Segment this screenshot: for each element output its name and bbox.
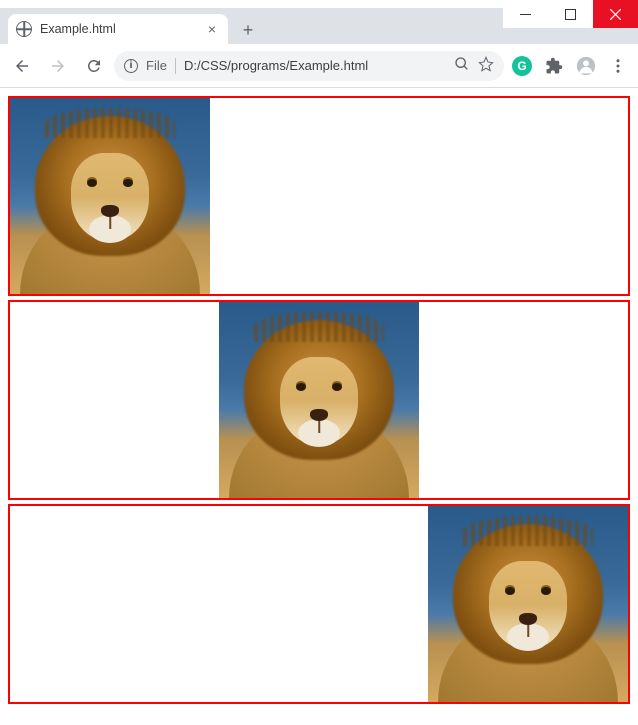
tab-close-icon[interactable]: × <box>204 21 220 37</box>
browser-toolbar: i File D:/CSS/programs/Example.html G <box>0 44 638 88</box>
profile-icon[interactable] <box>572 52 600 80</box>
menu-icon[interactable] <box>604 52 632 80</box>
globe-icon <box>16 21 32 37</box>
demo-box-center <box>8 300 630 500</box>
page-viewport <box>0 88 638 725</box>
divider <box>175 58 176 74</box>
lion-image <box>10 98 210 294</box>
star-icon[interactable] <box>478 56 494 75</box>
browser-tab[interactable]: Example.html × <box>8 14 228 44</box>
minimize-button[interactable] <box>503 0 548 28</box>
demo-box-right <box>8 504 630 704</box>
close-button[interactable] <box>593 0 638 28</box>
back-button[interactable] <box>6 50 38 82</box>
window-controls <box>503 0 638 28</box>
lion-image <box>219 302 419 498</box>
address-bar[interactable]: i File D:/CSS/programs/Example.html <box>114 51 504 81</box>
maximize-button[interactable] <box>548 0 593 28</box>
forward-button[interactable] <box>42 50 74 82</box>
zoom-icon[interactable] <box>454 56 470 75</box>
reload-button[interactable] <box>78 50 110 82</box>
url-text: D:/CSS/programs/Example.html <box>184 58 446 73</box>
lion-image <box>428 506 628 702</box>
new-tab-button[interactable]: + <box>234 16 262 44</box>
url-scheme-label: File <box>146 58 167 73</box>
info-icon[interactable]: i <box>124 59 138 73</box>
tab-title: Example.html <box>40 22 196 36</box>
grammarly-extension-icon[interactable]: G <box>508 52 536 80</box>
extensions-icon[interactable] <box>540 52 568 80</box>
demo-box-left <box>8 96 630 296</box>
